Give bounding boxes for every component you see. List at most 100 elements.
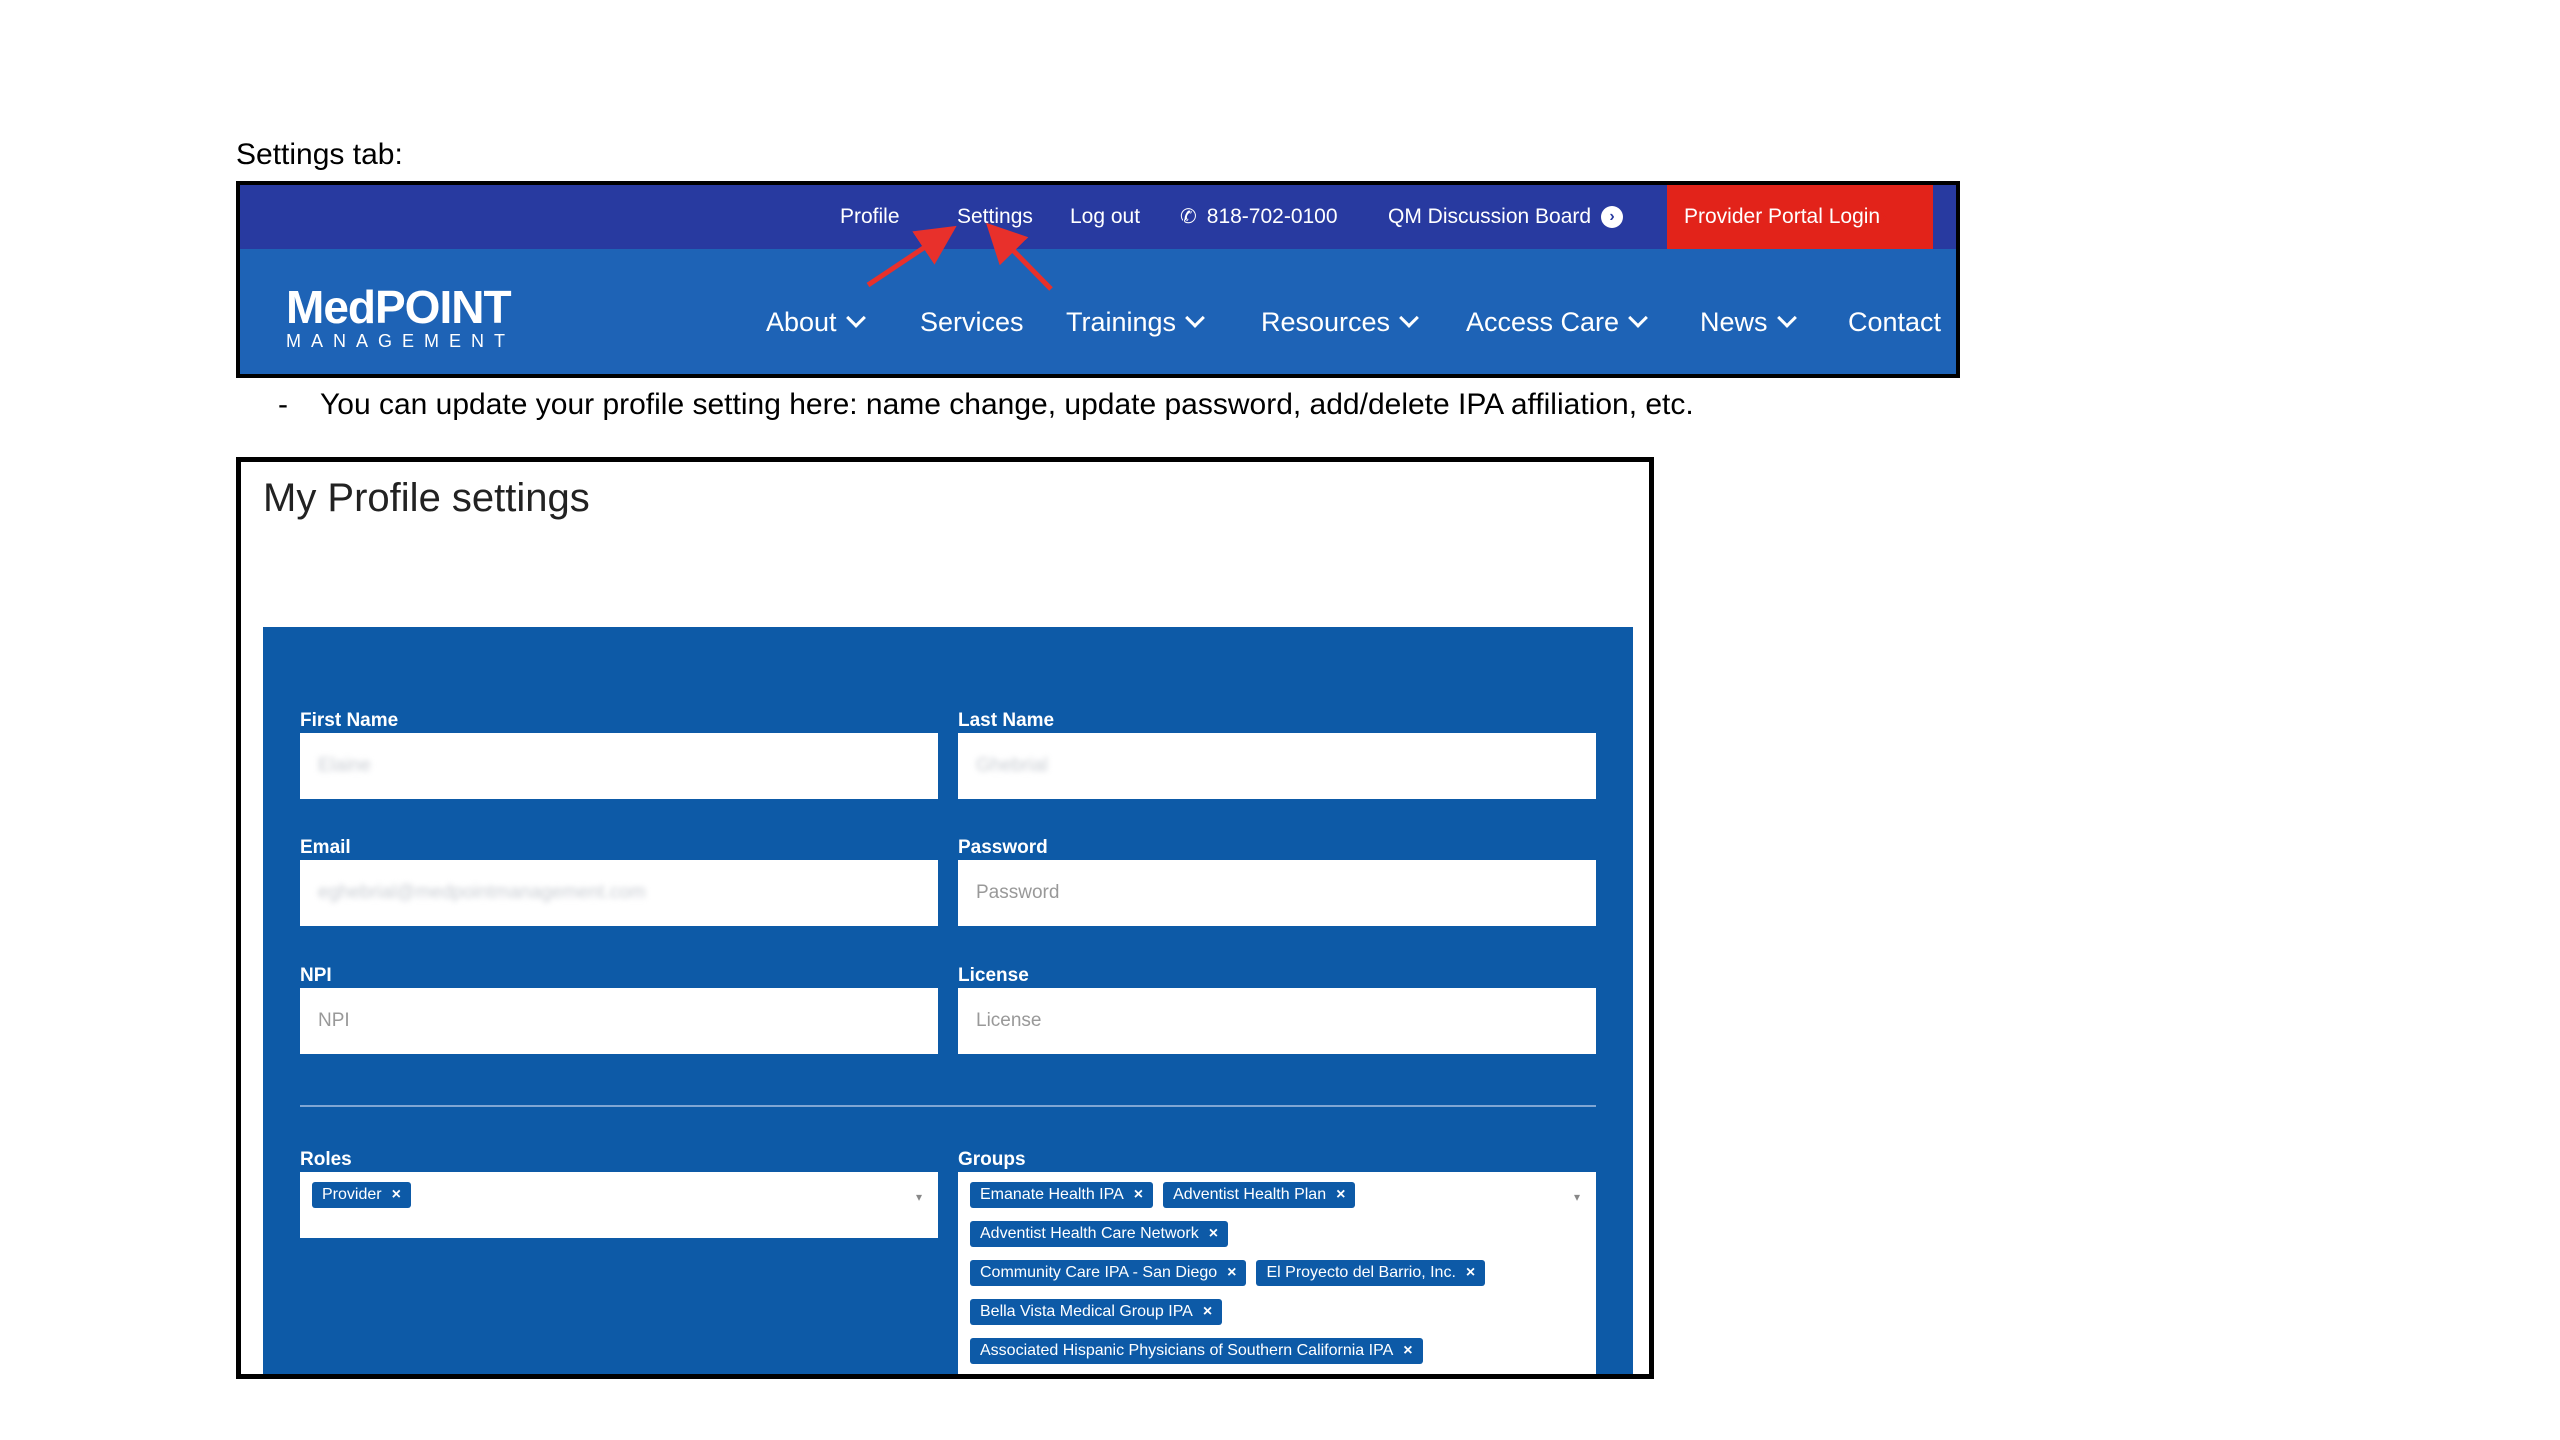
group-tag[interactable]: Adventist Health Care Network × xyxy=(970,1221,1229,1247)
remove-icon[interactable]: × xyxy=(1336,1186,1345,1203)
role-tag-label: Provider xyxy=(322,1186,382,1203)
nav-about[interactable]: About xyxy=(766,249,866,374)
nav-contact-label: Contact xyxy=(1848,307,1942,337)
nav-trainings[interactable]: Trainings xyxy=(1066,249,1205,374)
groups-row: Associated Hispanic Physicians of Southe… xyxy=(970,1338,1584,1374)
groups-row: Adventist Health Care Network × xyxy=(970,1221,1584,1260)
group-tag[interactable]: Associated Hispanic Physicians of Southe… xyxy=(970,1338,1423,1364)
portal-login-label: Provider Portal Login xyxy=(1684,205,1881,228)
page-title: My Profile settings xyxy=(263,476,590,520)
password-group: Password Password xyxy=(958,836,1596,926)
caret-down-icon[interactable]: ▾ xyxy=(1574,1190,1580,1204)
profile-form: First Name Elaine Last Name Ghebrial Ema… xyxy=(263,627,1633,1374)
roles-select[interactable]: Provider × ▾ xyxy=(300,1172,938,1238)
remove-icon[interactable]: × xyxy=(1227,1264,1236,1281)
remove-icon[interactable]: × xyxy=(1403,1342,1412,1359)
password-field[interactable]: Password xyxy=(958,860,1596,926)
instruction-note: - You can update your profile setting her… xyxy=(278,388,1694,422)
bullet-dash: - xyxy=(278,388,288,421)
groups-label: Groups xyxy=(958,1149,1026,1170)
nav-news-label: News xyxy=(1700,307,1768,337)
role-tag[interactable]: Provider × xyxy=(312,1182,411,1208)
group-tag-label: Community Care IPA - San Diego xyxy=(980,1264,1218,1281)
utility-link-profile[interactable]: Profile xyxy=(840,185,900,249)
nav-about-label: About xyxy=(766,307,837,337)
form-divider xyxy=(300,1105,1596,1107)
utility-link-qm-board[interactable]: QM Discussion Board › xyxy=(1388,185,1624,249)
chevron-down-icon xyxy=(1628,308,1648,328)
groups-select[interactable]: Emanate Health IPA × Adventist Health Plan… xyxy=(958,1172,1596,1374)
group-tag-label: Adventist Health Care Network xyxy=(980,1225,1199,1242)
remove-icon[interactable]: × xyxy=(1203,1303,1212,1320)
email-group: Email eghebrial@medpointmanagement.com xyxy=(300,836,938,926)
remove-icon[interactable]: × xyxy=(1466,1264,1475,1281)
npi-field[interactable]: NPI xyxy=(300,988,938,1054)
roles-group: Roles xyxy=(300,1148,938,1172)
email-field[interactable]: eghebrial@medpointmanagement.com xyxy=(300,860,938,926)
profile-settings-screenshot: My Profile settings First Name Elaine La… xyxy=(236,457,1654,1379)
roles-label: Roles xyxy=(300,1149,352,1170)
first-name-label: First Name xyxy=(300,710,399,731)
group-tag[interactable]: Emanate Health IPA × xyxy=(970,1182,1154,1208)
nav-access-care[interactable]: Access Care xyxy=(1466,249,1648,374)
nav-services[interactable]: Services xyxy=(920,249,1024,374)
caret-down-icon[interactable]: ▾ xyxy=(916,1190,922,1204)
utility-link-settings[interactable]: Settings xyxy=(957,185,1033,249)
last-name-field[interactable]: Ghebrial xyxy=(958,733,1596,799)
remove-icon[interactable]: × xyxy=(392,1186,401,1203)
chevron-down-icon xyxy=(1185,308,1205,328)
license-placeholder: License xyxy=(976,1010,1042,1031)
nav-services-label: Services xyxy=(920,307,1024,337)
instruction-text: You can update your profile setting here… xyxy=(320,388,1694,421)
npi-label: NPI xyxy=(300,965,332,986)
chevron-down-icon xyxy=(845,308,866,328)
groups-row: Bella Vista Medical Group IPA × xyxy=(970,1299,1584,1338)
main-nav: About Services Trainings Resources Acces… xyxy=(240,249,1956,374)
nav-access-care-label: Access Care xyxy=(1466,307,1620,337)
first-name-value: Elaine xyxy=(318,755,371,776)
group-tag-label: Adventist Health Plan xyxy=(1173,1186,1327,1203)
phone-icon: ✆ xyxy=(1180,206,1197,228)
nav-resources[interactable]: Resources xyxy=(1261,249,1419,374)
chevron-down-icon xyxy=(1399,308,1419,328)
last-name-value: Ghebrial xyxy=(976,755,1048,776)
provider-portal-login-button[interactable]: Provider Portal Login› xyxy=(1667,185,1933,249)
group-tag-label: Emanate Health IPA xyxy=(980,1186,1124,1203)
email-value: eghebrial@medpointmanagement.com xyxy=(318,882,646,903)
phone-number: 818-702-0100 xyxy=(1206,205,1338,228)
group-tag[interactable]: El Proyecto del Barrio, Inc. × xyxy=(1256,1260,1486,1286)
remove-icon[interactable]: × xyxy=(1209,1225,1218,1242)
groups-row: Emanate Health IPA × Adventist Health Plan… xyxy=(970,1182,1584,1221)
password-label: Password xyxy=(958,837,1048,858)
chevron-down-icon xyxy=(1776,308,1797,328)
group-tag-label: El Proyecto del Barrio, Inc. xyxy=(1266,1264,1456,1281)
groups-group: Groups xyxy=(958,1148,1596,1172)
first-name-field[interactable]: Elaine xyxy=(300,733,938,799)
site-header: Profile Settings Log out ✆ 818-702-0100 Q… xyxy=(236,181,1960,378)
group-tag[interactable]: Community Care IPA - San Diego × xyxy=(970,1260,1247,1286)
npi-placeholder: NPI xyxy=(318,1010,350,1031)
first-name-group: First Name Elaine xyxy=(300,709,938,799)
remove-icon[interactable]: × xyxy=(1134,1186,1143,1203)
group-tag-label: Bella Vista Medical Group IPA xyxy=(980,1303,1193,1320)
utility-phone[interactable]: ✆ 818-702-0100 xyxy=(1180,185,1338,249)
license-group: License License xyxy=(958,964,1596,1054)
license-field[interactable]: License xyxy=(958,988,1596,1054)
last-name-label: Last Name xyxy=(958,710,1055,731)
group-tag[interactable]: Adventist Health Plan × xyxy=(1163,1182,1356,1208)
email-label: Email xyxy=(300,837,351,858)
groups-row: Community Care IPA - San Diego × El Proyec… xyxy=(970,1260,1584,1299)
utility-link-logout[interactable]: Log out xyxy=(1070,185,1140,249)
last-name-group: Last Name Ghebrial xyxy=(958,709,1596,799)
qm-board-label: QM Discussion Board xyxy=(1388,205,1592,228)
group-tag-label: Associated Hispanic Physicians of Southe… xyxy=(980,1342,1394,1359)
group-tag[interactable]: Bella Vista Medical Group IPA × xyxy=(970,1299,1223,1325)
password-placeholder: Password xyxy=(976,882,1060,903)
arrow-circle-icon: › xyxy=(1880,205,1888,228)
utility-bar: Profile Settings Log out ✆ 818-702-0100 Q… xyxy=(240,185,1956,249)
arrow-circle-icon: › xyxy=(1601,206,1624,229)
npi-group: NPI NPI xyxy=(300,964,938,1054)
nav-news[interactable]: News xyxy=(1700,249,1797,374)
nav-resources-label: Resources xyxy=(1261,307,1391,337)
nav-contact[interactable]: Contact xyxy=(1848,249,1942,374)
